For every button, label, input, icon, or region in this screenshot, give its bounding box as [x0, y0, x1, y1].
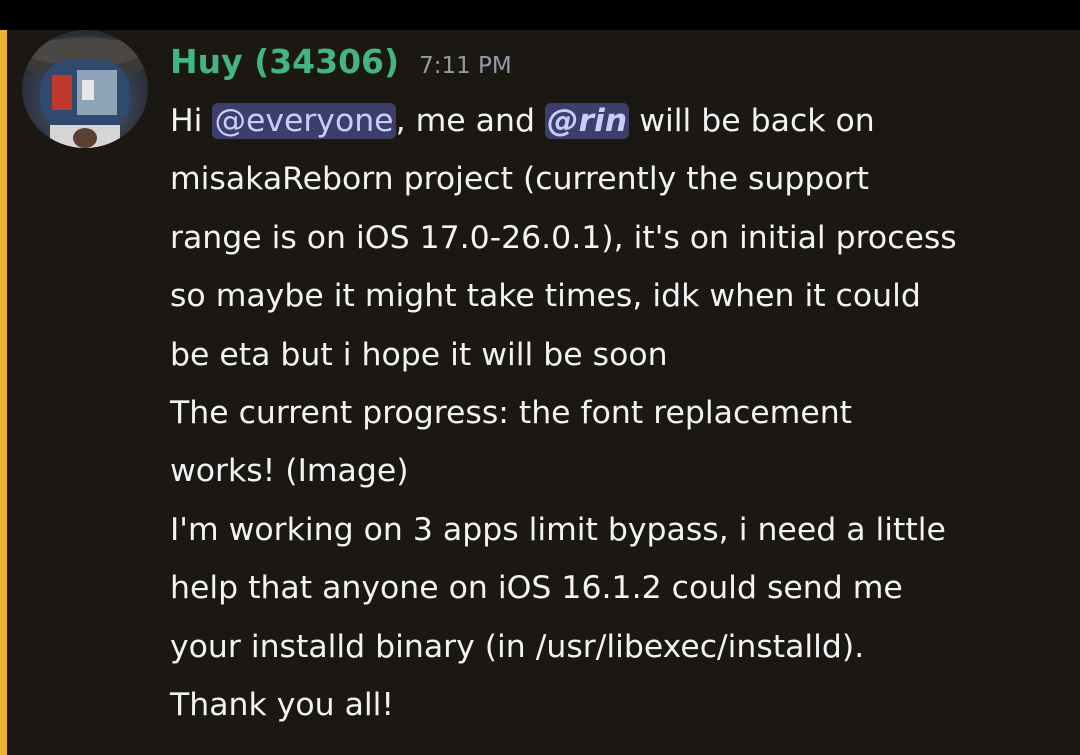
text-segment: , me and [395, 103, 545, 139]
message-header: Huy (34306) 7:11 PM [170, 42, 512, 86]
message-line: The current progress: the font replaceme… [170, 394, 853, 431]
message-line: range is on iOS 17.0-26.0.1), it's on in… [170, 219, 957, 256]
mention-everyone[interactable]: @everyone [212, 103, 396, 139]
avatar[interactable] [22, 30, 148, 148]
highlight-accent-bar [0, 30, 7, 755]
message-line: be eta but i hope it will be soon [170, 336, 668, 373]
text-segment: will be back on [629, 103, 875, 139]
mention-rin[interactable]: @rin [544, 103, 630, 139]
avatar-icon [23, 36, 147, 148]
top-bar [0, 0, 1080, 30]
chat-message: Huy (34306) 7:11 PM Hi @everyone, me and… [0, 30, 1080, 755]
text-segment: Hi [170, 103, 213, 139]
message-line: so maybe it might take times, idk when i… [170, 278, 921, 315]
message-line: Thank you all! [170, 686, 395, 723]
message-line: your installd binary (in /usr/libexec/in… [170, 628, 865, 665]
message-line: I'm working on 3 apps limit bypass, i ne… [170, 511, 946, 548]
timestamp: 7:11 PM [419, 53, 512, 79]
message-line: help that anyone on iOS 16.1.2 could sen… [170, 570, 903, 607]
message-line: works! (Image) [170, 453, 409, 490]
username[interactable]: Huy (34306) [170, 42, 399, 81]
message-line: Hi @everyone, me and @rin will be back o… [170, 92, 1070, 150]
message-body: Hi @everyone, me and @rin will be back o… [170, 92, 1070, 734]
message-line: misakaReborn project (currently the supp… [170, 161, 869, 198]
